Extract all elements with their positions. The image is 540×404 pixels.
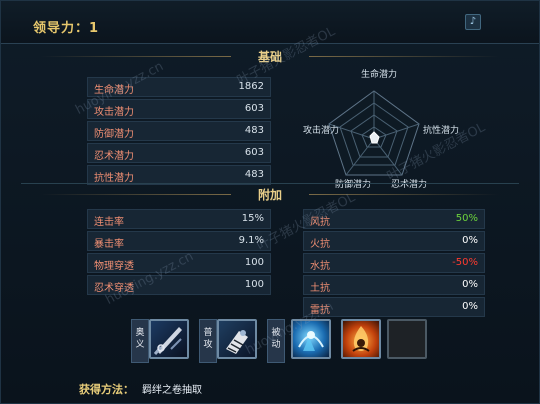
stat-value: 100 [244, 257, 264, 268]
stat-label: 水抗 [310, 261, 330, 272]
stat-label: 生命潜力 [94, 85, 134, 96]
stat-row-wind-resist: 风抗 50% [303, 209, 485, 229]
stat-value: 1862 [238, 81, 264, 92]
stat-value: -50% [452, 257, 478, 268]
extra-section: 附加 连击率 15% 暴击率 9.1% 物理穿透 100 忍术穿透 100 风抗 [1, 183, 539, 317]
obtain-method: 获得方法： 羁绊之卷抽取 [79, 381, 202, 397]
radar-label-resist: 抗性潜力 [423, 126, 460, 136]
chakra-skill-icon[interactable] [291, 319, 331, 359]
stat-row-ninjutsu-pierce: 忍术穿透 100 [87, 275, 271, 295]
basic-stats-list: 生命潜力 1862 攻击潜力 603 防御潜力 483 忍术潜力 603 抗性潜… [87, 77, 271, 187]
stat-label: 土抗 [310, 283, 330, 294]
stat-label: 风抗 [310, 217, 330, 228]
stat-label: 忍术穿透 [94, 283, 134, 294]
stat-label: 暴击率 [94, 239, 124, 250]
stat-value: 50% [455, 213, 478, 224]
stat-label: 忍术潜力 [94, 151, 134, 162]
obtain-method-value: 羁绊之卷抽取 [142, 385, 202, 396]
extra-section-title: 附加 [1, 185, 539, 205]
ninja-info-panel: 领导力：1 ♪ 基础 生命潜力 1862 攻击潜力 603 防御潜力 483 忍… [0, 0, 540, 404]
stat-label: 火抗 [310, 239, 330, 250]
leadership-title: 领导力：1 [33, 21, 100, 36]
stat-row-attack-potential: 攻击潜力 603 [87, 99, 271, 119]
empty-skill-slot[interactable] [387, 319, 427, 359]
stat-value: 9.1% [238, 235, 264, 246]
stat-label: 抗性潜力 [94, 173, 134, 184]
stat-row-defense-potential: 防御潜力 483 [87, 121, 271, 141]
stat-value: 603 [244, 147, 264, 158]
basic-section-title: 基础 [1, 47, 539, 67]
extra-stats-left: 连击率 15% 暴击率 9.1% 物理穿透 100 忍术穿透 100 [87, 209, 271, 297]
stat-value: 0% [462, 279, 478, 290]
stat-row-combo-rate: 连击率 15% [87, 209, 271, 229]
passive-skill-tag: 被动 [267, 319, 285, 363]
stat-row-earth-resist: 土抗 0% [303, 275, 485, 295]
basic-section: 基础 生命潜力 1862 攻击潜力 603 防御潜力 483 忍术潜力 603 … [1, 43, 539, 190]
stat-label: 攻击潜力 [94, 107, 134, 118]
stat-value: 0% [462, 235, 478, 246]
stat-row-fire-resist: 火抗 0% [303, 231, 485, 251]
stat-value: 0% [462, 301, 478, 312]
stat-value: 483 [244, 169, 264, 180]
radar-label-attack: 攻击潜力 [303, 126, 340, 136]
potential-radar-chart: 生命潜力 抗性潜力 忍术潜力 防御潜力 攻击潜力 [291, 63, 460, 199]
stat-value: 15% [241, 213, 264, 224]
stat-value: 603 [244, 103, 264, 114]
radar-label-hp: 生命潜力 [361, 70, 398, 80]
normal-attack-tag: 普攻 [199, 319, 217, 363]
stat-label: 防御潜力 [94, 129, 134, 140]
obtain-label: 获得方法： [79, 383, 134, 396]
stat-row-crit-rate: 暴击率 9.1% [87, 231, 271, 251]
extra-stats-right: 风抗 50% 火抗 0% 水抗 -50% 土抗 0% 雷抗 0% [303, 209, 485, 319]
stat-row-hp-potential: 生命潜力 1862 [87, 77, 271, 97]
skill-bar: 奥义 普攻 被动 [119, 319, 427, 369]
top-bar: 领导力：1 ♪ [1, 1, 539, 44]
stat-value: 100 [244, 279, 264, 290]
stat-value: 483 [244, 125, 264, 136]
fire-skill-icon[interactable] [341, 319, 381, 359]
stat-row-water-resist: 水抗 -50% [303, 253, 485, 273]
music-note-icon[interactable]: ♪ [465, 14, 481, 30]
stat-label: 物理穿透 [94, 261, 134, 272]
palm-skill-icon[interactable] [217, 319, 257, 359]
stat-row-physical-pierce: 物理穿透 100 [87, 253, 271, 273]
ultimate-skill-tag: 奥义 [131, 319, 149, 363]
stat-row-thunder-resist: 雷抗 0% [303, 297, 485, 317]
stat-label: 连击率 [94, 217, 124, 228]
stat-row-resist-potential: 抗性潜力 483 [87, 165, 271, 185]
stat-label: 雷抗 [310, 305, 330, 316]
stat-row-ninjutsu-potential: 忍术潜力 603 [87, 143, 271, 163]
blade-skill-icon[interactable] [149, 319, 189, 359]
